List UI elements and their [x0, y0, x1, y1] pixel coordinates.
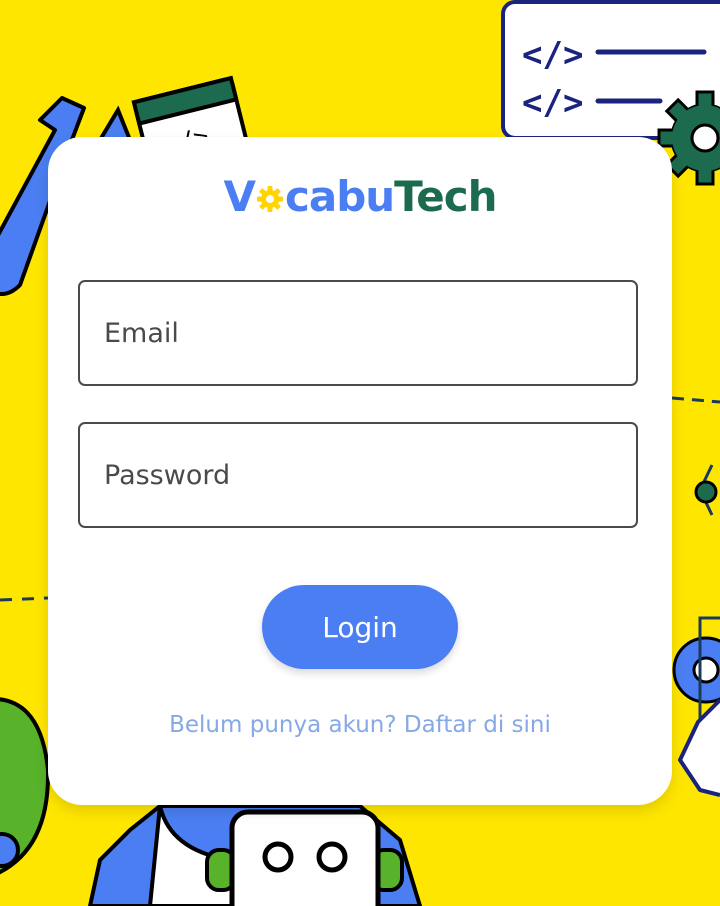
svg-text:</>: </>	[522, 83, 583, 123]
leaf-icon	[0, 697, 51, 875]
svg-text:</>: </>	[522, 35, 583, 75]
node-dot	[694, 480, 718, 504]
logo-text-cabu: cabu	[284, 172, 395, 221]
app-logo: V cabuTech	[48, 167, 672, 227]
gear-small-icon	[672, 636, 720, 704]
register-link[interactable]: Belum punya akun? Daftar di sini	[48, 712, 672, 738]
robot-icon	[205, 809, 404, 906]
email-field[interactable]	[78, 280, 638, 386]
login-button[interactable]: Login	[262, 585, 458, 669]
login-card: V cabuTech Login Belum punya akun? Dafta…	[48, 137, 672, 805]
logo-text-tech: Tech	[394, 172, 497, 221]
logo-text-v: V	[223, 172, 256, 221]
logo-gear-icon	[256, 186, 283, 212]
password-field[interactable]	[78, 422, 638, 528]
